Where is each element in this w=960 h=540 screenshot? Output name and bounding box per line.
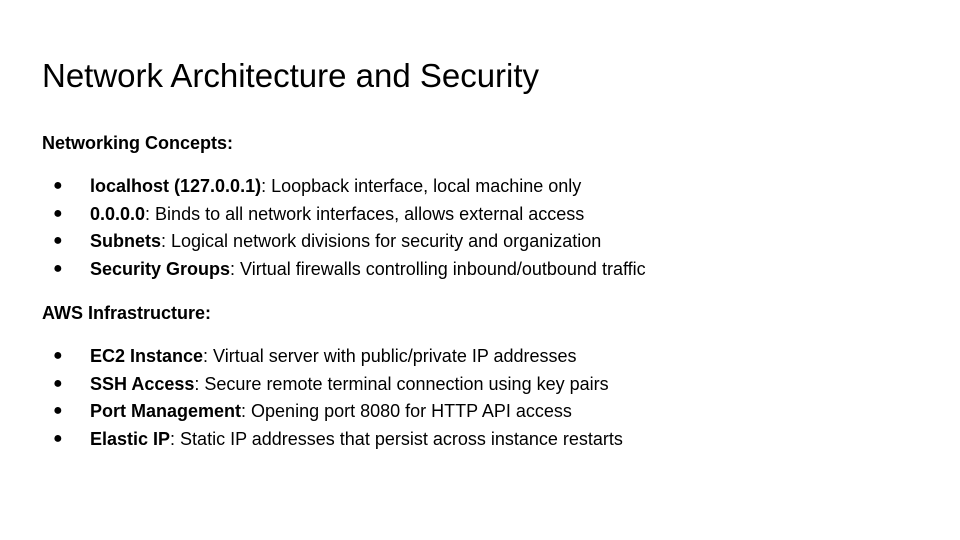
bullet-term: Elastic IP	[90, 429, 171, 450]
bullet-term: Security Groups	[90, 259, 231, 280]
bullet-term: SSH Access	[90, 373, 195, 394]
bullet-term: Port Management	[90, 401, 242, 422]
section-heading-networking-concepts: Networking Concepts:	[42, 133, 234, 153]
slide-title: Network Architecture and Security	[42, 57, 540, 94]
list-item: ● Subnets: Logical network divisions for …	[42, 230, 646, 258]
list-item: ● Elastic IP: Static IP addresses that pe…	[42, 428, 623, 456]
bullet-text: : Secure remote terminal connection usin…	[194, 373, 609, 394]
bullet-icon: ●	[53, 430, 63, 448]
networking-concepts-list: ● localhost (127.0.0.1): Loopback interfa…	[42, 175, 646, 286]
bullet-text: : Binds to all network interfaces, allow…	[145, 203, 585, 224]
bullet-text: : Virtual server with public/private IP …	[203, 346, 577, 366]
bullet-icon: ●	[53, 347, 63, 364]
aws-infrastructure-list: ● EC2 Instance: Virtual server with publi…	[42, 345, 623, 456]
bullet-icon: ●	[53, 177, 63, 194]
bullet-text: : Logical network divisions for security…	[161, 231, 602, 252]
bullet-term: localhost (127.0.0.1)	[90, 176, 262, 196]
bullet-term: EC2 Instance	[90, 346, 204, 366]
list-item: ● EC2 Instance: Virtual server with publi…	[42, 345, 623, 373]
list-item: ● Port Management: Opening port 8080 for …	[42, 400, 623, 428]
bullet-text: : Static IP addresses that persist acros…	[170, 429, 623, 450]
list-item: ● Security Groups: Virtual firewalls cont…	[42, 258, 646, 286]
bullet-icon: ●	[53, 402, 63, 420]
bullet-icon: ●	[53, 374, 63, 392]
bullet-term: Subnets	[90, 231, 162, 252]
section-heading-aws-infrastructure: AWS Infrastructure:	[42, 303, 212, 323]
list-item: ● localhost (127.0.0.1): Loopback interfa…	[42, 175, 646, 203]
bullet-icon: ●	[53, 260, 63, 278]
bullet-icon: ●	[53, 232, 63, 250]
list-item: ● SSH Access: Secure remote terminal conn…	[42, 373, 623, 401]
list-item: ● 0.0.0.0: Binds to all network interface…	[42, 203, 646, 231]
bullet-term: 0.0.0.0	[90, 203, 146, 224]
bullet-text: : Opening port 8080 for HTTP API access	[241, 401, 572, 422]
slide: Network Architecture and Security Networ…	[0, 0, 960, 540]
bullet-text: : Loopback interface, local machine only	[261, 176, 582, 196]
bullet-text: : Virtual firewalls controlling inbound/…	[230, 259, 646, 280]
bullet-icon: ●	[53, 204, 63, 222]
